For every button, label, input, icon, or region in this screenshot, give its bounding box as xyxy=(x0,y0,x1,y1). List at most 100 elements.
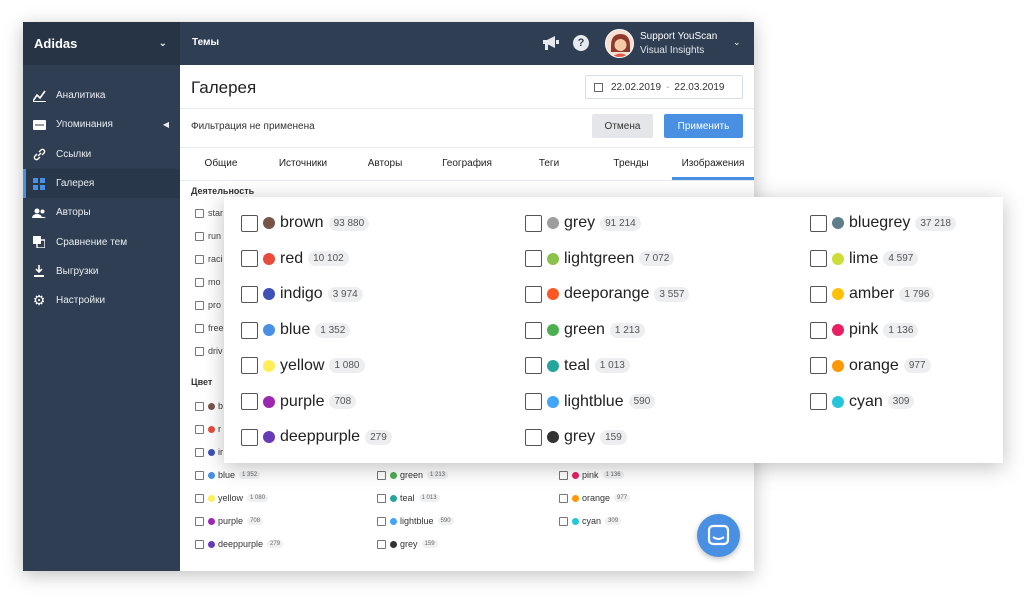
color-filter-item[interactable]: teal 1 013 xyxy=(377,493,440,503)
checkbox[interactable] xyxy=(195,539,204,549)
color-filter-item[interactable]: grey 159 xyxy=(377,539,438,549)
checkbox[interactable] xyxy=(559,516,568,526)
checkbox[interactable] xyxy=(195,323,204,333)
apply-button[interactable]: Применить xyxy=(664,114,743,138)
color-filter-item[interactable]: r xyxy=(195,424,221,434)
color-filter-item[interactable]: yellow 1 080 xyxy=(241,357,365,375)
sidebar-item-compare[interactable]: Сравнение тем xyxy=(23,227,180,256)
color-filter-item[interactable]: yellow 1 080 xyxy=(195,493,269,503)
checkbox[interactable] xyxy=(525,214,542,232)
color-filter-item[interactable]: indigo 3 974 xyxy=(241,285,363,303)
chat-button[interactable] xyxy=(697,514,740,557)
checkbox[interactable] xyxy=(810,321,827,339)
sidebar-item-exports[interactable]: Выгрузки xyxy=(23,257,180,286)
activity-item[interactable]: free xyxy=(195,323,224,333)
user-name[interactable]: Support YouScan xyxy=(640,31,717,42)
tab-geography[interactable]: География xyxy=(426,148,508,180)
color-filter-item[interactable]: ir xyxy=(195,447,223,457)
color-filter-item[interactable]: purple 708 xyxy=(195,516,264,526)
color-filter-item[interactable]: pink 1 136 xyxy=(559,470,624,480)
activity-item[interactable]: star xyxy=(195,208,223,218)
activity-item[interactable]: mo xyxy=(195,277,221,287)
color-filter-item[interactable]: cyan 309 xyxy=(810,393,915,411)
checkbox[interactable] xyxy=(525,250,542,268)
date-range-picker[interactable]: 22.02.2019 - 22.03.2019 xyxy=(585,75,743,99)
color-filter-item[interactable]: grey 91 214 xyxy=(525,214,641,232)
checkbox[interactable] xyxy=(810,285,827,303)
cancel-button[interactable]: Отмена xyxy=(592,114,653,138)
color-filter-item[interactable]: brown 93 880 xyxy=(241,214,370,232)
sidebar-item-settings[interactable]: ⚙ Настройки xyxy=(23,286,180,315)
checkbox[interactable] xyxy=(377,493,386,503)
checkbox[interactable] xyxy=(195,231,204,241)
color-filter-item[interactable]: teal 1 013 xyxy=(525,357,630,375)
color-filter-item[interactable]: red 10 102 xyxy=(241,250,349,268)
tab-authors[interactable]: Авторы xyxy=(344,148,426,180)
checkbox[interactable] xyxy=(810,214,827,232)
tab-general[interactable]: Общие xyxy=(180,148,262,180)
checkbox[interactable] xyxy=(241,250,258,268)
activity-item[interactable]: raci xyxy=(195,254,223,264)
color-filter-item[interactable]: pink 1 136 xyxy=(810,321,919,339)
color-filter-item[interactable]: b xyxy=(195,401,223,411)
color-filter-item[interactable]: green 1 213 xyxy=(377,470,449,480)
checkbox[interactable] xyxy=(241,214,258,232)
color-filter-item[interactable]: orange 977 xyxy=(810,357,931,375)
checkbox[interactable] xyxy=(810,393,827,410)
checkbox[interactable] xyxy=(195,424,204,434)
checkbox[interactable] xyxy=(525,321,542,339)
color-filter-item[interactable]: deeppurple 279 xyxy=(241,428,392,446)
sidebar-item-analytics[interactable]: Аналитика xyxy=(23,81,180,110)
checkbox[interactable] xyxy=(195,208,204,218)
checkbox[interactable] xyxy=(377,539,386,549)
color-filter-item[interactable]: purple 708 xyxy=(241,393,357,411)
color-filter-item[interactable]: lime 4 597 xyxy=(810,250,919,268)
tab-sources[interactable]: Источники xyxy=(262,148,344,180)
checkbox[interactable] xyxy=(377,470,386,480)
checkbox[interactable] xyxy=(241,393,258,410)
checkbox[interactable] xyxy=(195,470,204,480)
checkbox[interactable] xyxy=(195,346,204,356)
color-filter-item[interactable]: deeporange 3 557 xyxy=(525,285,690,303)
color-filter-item[interactable]: green 1 213 xyxy=(525,321,645,339)
tab-tags[interactable]: Теги xyxy=(508,148,590,180)
color-filter-item[interactable]: deeppurple 279 xyxy=(195,539,284,549)
color-filter-item[interactable]: blue 1 352 xyxy=(195,470,261,480)
color-filter-item[interactable]: lightblue 590 xyxy=(377,516,454,526)
checkbox[interactable] xyxy=(195,401,204,411)
checkbox[interactable] xyxy=(195,300,204,310)
activity-item[interactable]: pro xyxy=(195,300,221,310)
avatar[interactable] xyxy=(605,29,634,58)
checkbox[interactable] xyxy=(377,516,386,526)
color-filter-item[interactable]: grey 159 xyxy=(525,428,627,446)
checkbox[interactable] xyxy=(525,428,542,446)
color-filter-item[interactable]: bluegrey 37 218 xyxy=(810,214,956,232)
checkbox[interactable] xyxy=(195,447,204,457)
megaphone-icon[interactable] xyxy=(542,35,560,51)
checkbox[interactable] xyxy=(241,321,258,339)
checkbox[interactable] xyxy=(195,516,204,526)
sidebar-item-gallery[interactable]: Галерея xyxy=(23,168,180,199)
checkbox[interactable] xyxy=(241,285,258,303)
sidebar-item-links[interactable]: Ссылки xyxy=(23,140,180,169)
sidebar-item-mentions[interactable]: Упоминания ◀ xyxy=(23,110,180,139)
color-filter-item[interactable]: orange 977 xyxy=(559,493,631,503)
checkbox[interactable] xyxy=(810,250,827,268)
checkbox[interactable] xyxy=(525,393,542,410)
checkbox[interactable] xyxy=(241,357,258,375)
color-filter-item[interactable]: blue 1 352 xyxy=(241,321,351,339)
tab-images[interactable]: Изображения xyxy=(672,148,754,180)
help-icon[interactable]: ? xyxy=(573,35,589,51)
checkbox[interactable] xyxy=(195,493,204,503)
tab-trends[interactable]: Тренды xyxy=(590,148,672,180)
checkbox[interactable] xyxy=(559,493,568,503)
color-filter-item[interactable]: amber 1 796 xyxy=(810,285,935,303)
color-filter-item[interactable]: lightgreen 7 072 xyxy=(525,250,675,268)
checkbox[interactable] xyxy=(195,277,204,287)
activity-item[interactable]: run xyxy=(195,231,221,241)
checkbox[interactable] xyxy=(525,357,542,375)
activity-item[interactable]: driv xyxy=(195,346,223,356)
brand-selector[interactable]: Adidas ⌄ xyxy=(23,22,180,65)
checkbox[interactable] xyxy=(195,254,204,264)
color-filter-item[interactable]: lightblue 590 xyxy=(525,393,656,411)
